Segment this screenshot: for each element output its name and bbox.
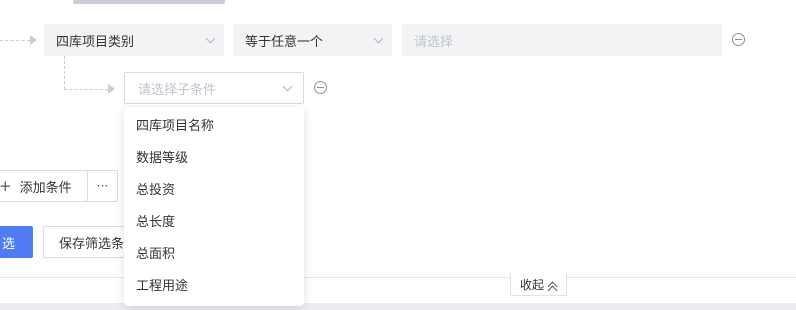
double-chevron-up-icon (547, 280, 558, 295)
footer-divider (0, 277, 796, 278)
connector-line (64, 89, 108, 90)
chevron-down-icon (373, 33, 384, 43)
dropdown-option[interactable]: 数据等级 (124, 143, 304, 175)
more-button[interactable]: ··· (87, 170, 118, 202)
remove-sub-condition-icon[interactable] (314, 81, 327, 94)
operator-select[interactable]: 等于任意一个 (233, 24, 392, 56)
filter-button[interactable]: 选 (0, 226, 33, 258)
chevron-down-icon (205, 33, 216, 43)
scroll-indicator (73, 0, 225, 4)
save-filter-label: 保存筛选条 (59, 236, 125, 252)
sub-condition-select[interactable]: 请选择子条件 (124, 72, 304, 104)
dropdown-option[interactable]: 总长度 (124, 207, 304, 239)
collapse-button[interactable]: 收起 (510, 274, 567, 296)
connector-arrow (30, 35, 37, 45)
dropdown-option[interactable]: 工程用途 (124, 271, 304, 303)
value-select-placeholder: 请选择 (414, 34, 454, 50)
connector-line (0, 40, 30, 41)
add-condition-label: 添加条件 (19, 180, 72, 196)
add-condition-button[interactable]: + 添加条件 (0, 170, 88, 202)
more-icon: ··· (96, 179, 109, 193)
sub-condition-dropdown: 四库项目名称 数据等级 总投资 总长度 总面积 工程用途 (124, 107, 304, 306)
field-select[interactable]: 四库项目类别 (44, 24, 224, 56)
dropdown-option[interactable]: 总面积 (124, 239, 304, 271)
operator-select-value: 等于任意一个 (245, 34, 324, 50)
chevron-down-icon (282, 81, 293, 91)
connector-arrow (108, 84, 115, 94)
dropdown-option[interactable]: 四库项目名称 (124, 111, 304, 143)
plus-icon: + (0, 177, 12, 195)
filter-button-label: 选 (2, 236, 16, 252)
connector-line (64, 56, 65, 89)
field-select-value: 四库项目类别 (56, 34, 135, 50)
value-select[interactable]: 请选择 (402, 24, 722, 56)
footer-bar (0, 303, 796, 310)
collapse-label: 收起 (519, 278, 544, 292)
dropdown-option[interactable]: 总投资 (124, 175, 304, 207)
remove-condition-icon[interactable] (732, 33, 745, 46)
sub-condition-placeholder: 请选择子条件 (138, 82, 217, 98)
